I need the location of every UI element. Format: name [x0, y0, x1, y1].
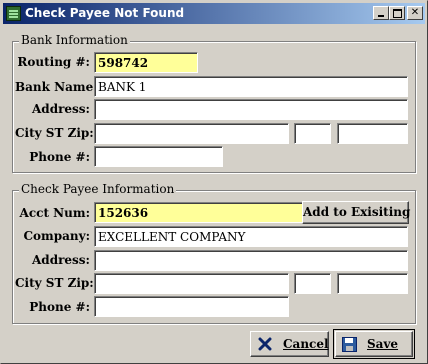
bank-state-field[interactable] — [294, 123, 331, 144]
save-label: Save — [367, 337, 399, 351]
bank-address-label: Address: — [32, 102, 90, 116]
payee-phone-field[interactable] — [94, 296, 289, 317]
dialog-window: Check Payee Not Found ✕ Bank Information… — [0, 0, 428, 364]
bank-city-field[interactable] — [94, 123, 289, 144]
bank-city-label: City ST Zip: — [15, 126, 94, 140]
maximize-button[interactable] — [389, 6, 405, 20]
floppy-disk-icon — [342, 337, 357, 352]
title-bar[interactable]: Check Payee Not Found ✕ — [3, 3, 425, 24]
close-icon: ✕ — [410, 7, 420, 18]
acct-num-label: Acct Num: — [19, 206, 90, 220]
add-to-existing-button[interactable]: Add to Exisiting — [302, 201, 410, 224]
bank-name-field[interactable]: BANK 1 — [94, 76, 408, 97]
company-label: Company: — [23, 229, 90, 243]
routing-number-field[interactable]: 598742 — [94, 52, 198, 73]
payee-city-field[interactable] — [94, 273, 289, 294]
payee-phone-label: Phone #: — [29, 300, 90, 314]
bank-information-title: Bank Information — [19, 33, 130, 47]
bank-address-field[interactable] — [94, 99, 408, 120]
bank-zip-field[interactable] — [337, 123, 408, 144]
payee-address-field[interactable] — [94, 250, 408, 271]
payee-city-label: City ST Zip: — [15, 276, 94, 290]
bank-phone-label: Phone #: — [29, 150, 90, 164]
cancel-button[interactable]: Cancel — [250, 331, 329, 357]
window-title: Check Payee Not Found — [25, 6, 185, 20]
acct-num-field[interactable]: 152636 — [94, 202, 303, 223]
bank-name-label: Bank Name: — [15, 80, 98, 94]
save-button[interactable]: Save — [335, 331, 413, 357]
bank-phone-field[interactable] — [94, 146, 223, 167]
payee-zip-field[interactable] — [337, 273, 408, 294]
payee-address-label: Address: — [32, 253, 90, 267]
app-icon — [6, 6, 21, 21]
payee-state-field[interactable] — [294, 273, 331, 294]
close-button[interactable]: ✕ — [407, 6, 423, 20]
cancel-label: Cancel — [283, 337, 329, 351]
x-icon — [258, 337, 272, 351]
minimize-button[interactable] — [373, 6, 389, 20]
routing-label: Routing #: — [17, 55, 90, 69]
company-field[interactable]: EXCELLENT COMPANY — [94, 226, 408, 247]
payee-information-title: Check Payee Information — [19, 182, 177, 196]
